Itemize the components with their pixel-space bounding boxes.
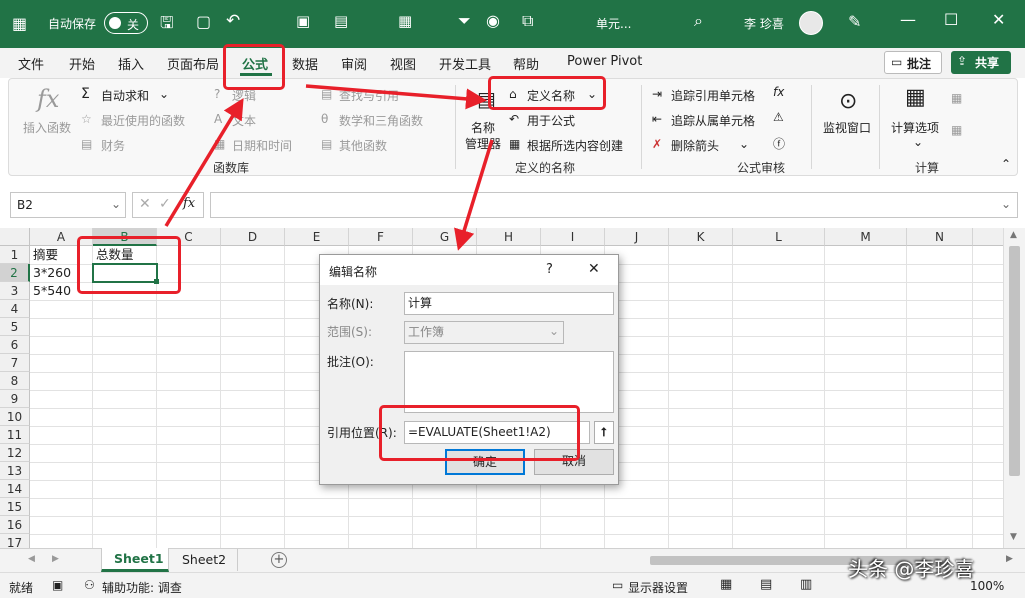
annotation-arrows: [164, 84, 494, 251]
arrow-to-dialog: [454, 139, 494, 251]
arrow-to-define-name: [305, 84, 487, 110]
arrow-to-formulas-tab: [164, 98, 244, 227]
